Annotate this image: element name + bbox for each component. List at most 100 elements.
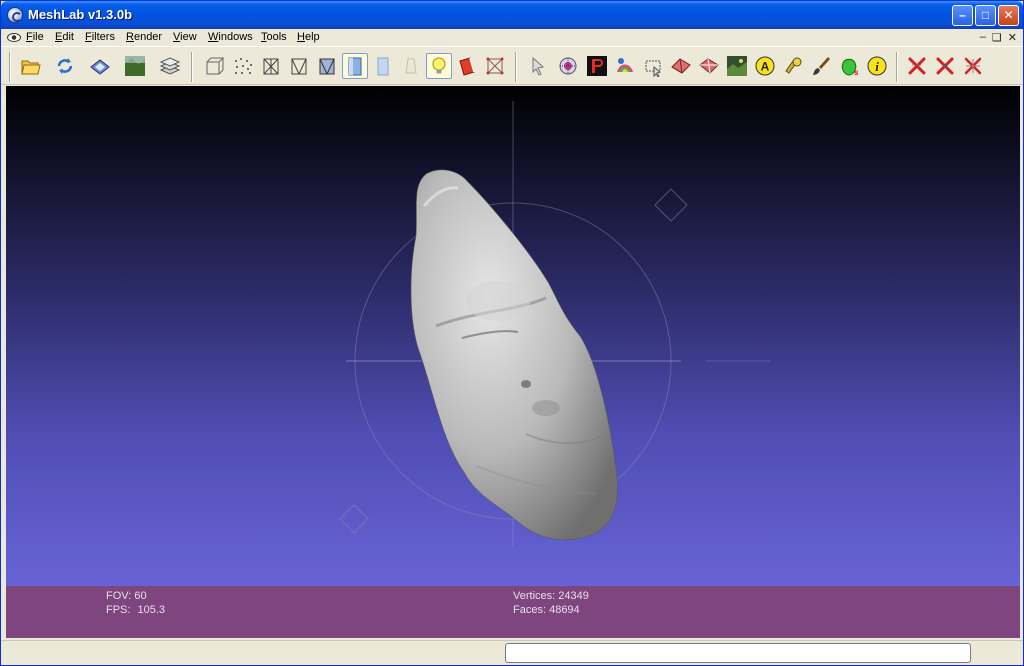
mdi-restore-button[interactable]: ❏ bbox=[992, 31, 1002, 44]
scale-button[interactable]: s bbox=[836, 53, 862, 79]
meshlab-logo-icon[interactable] bbox=[7, 7, 23, 23]
smooth-button[interactable] bbox=[370, 53, 396, 79]
delete-selection-button[interactable] bbox=[960, 53, 986, 79]
delete-vertices-button[interactable] bbox=[932, 53, 958, 79]
texture-icon bbox=[405, 58, 417, 74]
menu-view[interactable]: View bbox=[173, 31, 197, 43]
flat-lines-icon bbox=[319, 58, 335, 75]
vertices-readout: Vertices: 24349 bbox=[513, 590, 589, 602]
menu-filters[interactable]: Filters bbox=[85, 31, 115, 43]
reload-button[interactable] bbox=[52, 53, 78, 79]
brush-button[interactable] bbox=[808, 53, 834, 79]
maximize-button[interactable]: □ bbox=[975, 5, 996, 26]
snapshot-button[interactable] bbox=[122, 53, 148, 79]
menu-tools[interactable]: Tools bbox=[261, 31, 287, 43]
mdi-close-button[interactable]: ✕ bbox=[1008, 31, 1017, 44]
menu-file[interactable]: File bbox=[26, 31, 44, 43]
svg-text:s: s bbox=[854, 68, 859, 77]
3d-mesh-model bbox=[410, 169, 618, 541]
points-button[interactable] bbox=[230, 53, 256, 79]
measure-icon: A bbox=[755, 56, 775, 76]
select-vertices-button[interactable] bbox=[668, 53, 694, 79]
open-button[interactable] bbox=[18, 53, 44, 79]
smooth-icon bbox=[377, 57, 389, 76]
layers-button[interactable] bbox=[157, 53, 183, 79]
menu-bar: File Edit Filters Render View Windows To… bbox=[1, 29, 1023, 46]
vertices-label: Vertices: bbox=[513, 590, 556, 602]
bbox-button[interactable] bbox=[202, 53, 228, 79]
fov-readout: FOV: 60 bbox=[106, 590, 147, 602]
toolbar-separator bbox=[515, 52, 517, 82]
minimize-button[interactable]: – bbox=[952, 5, 973, 26]
delete-faces-icon bbox=[908, 57, 926, 75]
info-button[interactable] bbox=[555, 53, 581, 79]
flat-lines-button[interactable] bbox=[314, 53, 340, 79]
window-title: MeshLab v1.3.0b bbox=[28, 7, 133, 22]
light-button[interactable] bbox=[426, 53, 452, 79]
vertex-normal-button[interactable] bbox=[482, 53, 508, 79]
document-eye-icon[interactable] bbox=[7, 32, 21, 43]
faces-readout: Faces: 48694 bbox=[513, 604, 580, 616]
flat-button[interactable] bbox=[342, 53, 368, 79]
hidden-lines-icon bbox=[291, 58, 307, 75]
main-toolbar: A s i bbox=[1, 46, 1023, 85]
fps-readout: FPS: 105.3 bbox=[106, 604, 165, 616]
select-faces-icon bbox=[645, 60, 662, 77]
close-button[interactable]: ✕ bbox=[998, 5, 1019, 26]
progress-bar bbox=[505, 643, 971, 663]
select-connected-icon bbox=[699, 58, 719, 74]
menu-windows[interactable]: Windows bbox=[208, 31, 253, 43]
info-icon bbox=[559, 57, 577, 75]
about-icon: i bbox=[867, 56, 887, 76]
pickpoints-button[interactable] bbox=[584, 53, 610, 79]
toolbar-separator bbox=[191, 52, 193, 82]
align-button[interactable] bbox=[780, 53, 806, 79]
svg-text:A: A bbox=[761, 60, 770, 74]
flat-icon bbox=[348, 57, 362, 76]
select-button[interactable] bbox=[524, 53, 550, 79]
points-icon bbox=[235, 58, 252, 74]
trackball-overlay bbox=[339, 101, 771, 546]
brush-icon bbox=[813, 57, 830, 75]
fps-value: 105.3 bbox=[137, 604, 166, 616]
title-bar[interactable]: MeshLab v1.3.0b – □ ✕ bbox=[1, 1, 1023, 29]
menu-help[interactable]: Help bbox=[297, 31, 320, 43]
status-bar bbox=[1, 640, 1023, 665]
snapshot-icon bbox=[125, 56, 145, 76]
delete-faces-button[interactable] bbox=[904, 53, 930, 79]
select-icon bbox=[532, 56, 545, 76]
paint-button[interactable] bbox=[612, 53, 638, 79]
svg-text:i: i bbox=[875, 59, 879, 74]
measure-button[interactable]: A bbox=[752, 53, 778, 79]
raster-button[interactable] bbox=[724, 53, 750, 79]
select-faces-button[interactable] bbox=[640, 53, 666, 79]
faces-value: 48694 bbox=[549, 604, 580, 616]
open-icon bbox=[21, 60, 41, 75]
fov-label: FOV: bbox=[106, 590, 132, 602]
save-button[interactable] bbox=[87, 53, 113, 79]
window-controls: – □ ✕ bbox=[952, 5, 1019, 26]
fps-label: FPS: bbox=[106, 604, 131, 616]
raster-icon bbox=[727, 56, 747, 76]
vertex-normal-icon bbox=[486, 57, 504, 75]
mdi-minimize-button[interactable]: – bbox=[980, 31, 986, 44]
toolbar-grip[interactable] bbox=[9, 52, 11, 82]
select-connected-button[interactable] bbox=[696, 53, 722, 79]
wireframe-button[interactable] bbox=[258, 53, 284, 79]
texture-button[interactable] bbox=[398, 53, 424, 79]
backface-icon bbox=[459, 57, 475, 76]
faces-label: Faces: bbox=[513, 604, 547, 616]
trackball-handle bbox=[339, 504, 369, 534]
menu-render[interactable]: Render bbox=[126, 31, 162, 43]
trackball-handle bbox=[654, 188, 688, 222]
backface-button[interactable] bbox=[454, 53, 480, 79]
menu-edit[interactable]: Edit bbox=[55, 31, 74, 43]
hidden-lines-button[interactable] bbox=[286, 53, 312, 79]
about-button[interactable]: i bbox=[864, 53, 890, 79]
bbox-icon bbox=[206, 57, 225, 75]
mdi-controls: – ❏ ✕ bbox=[980, 31, 1017, 44]
paint-icon bbox=[617, 58, 633, 72]
pickpoints-icon bbox=[587, 56, 607, 76]
layers-icon bbox=[159, 57, 181, 75]
3d-viewport[interactable] bbox=[6, 86, 1020, 586]
